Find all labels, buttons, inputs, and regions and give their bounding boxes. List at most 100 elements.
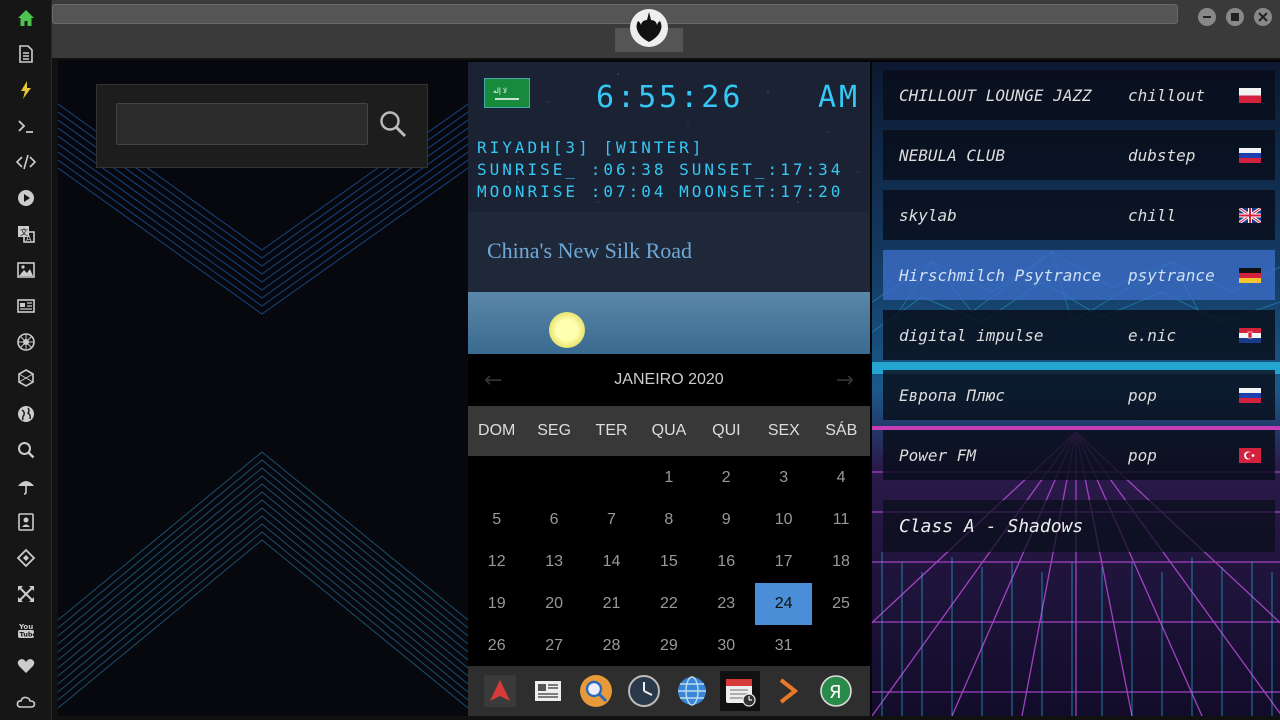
germany-flag xyxy=(1239,267,1261,283)
rebel-alliance-logo-icon xyxy=(629,8,669,48)
expand-icon[interactable] xyxy=(12,580,40,608)
svg-text:A: A xyxy=(26,234,32,243)
calendar-day[interactable]: 23 xyxy=(698,583,755,625)
calendar-day[interactable]: 31 xyxy=(755,625,812,667)
calendar-day[interactable]: 11 xyxy=(812,499,869,541)
sky-strip xyxy=(468,292,870,354)
poland-flag xyxy=(1239,87,1261,103)
browser-icon[interactable] xyxy=(672,671,712,711)
calendar-day[interactable]: 9 xyxy=(698,499,755,541)
station-row[interactable]: digital impulse e.nic xyxy=(883,310,1275,360)
play-icon[interactable] xyxy=(12,184,40,212)
translate-icon[interactable]: 文A xyxy=(12,220,40,248)
calendar-day[interactable]: 10 xyxy=(755,499,812,541)
heart-icon[interactable] xyxy=(12,652,40,680)
weekday-label: TER xyxy=(595,422,628,439)
calendar-day[interactable]: 17 xyxy=(755,541,812,583)
contacts-icon[interactable] xyxy=(12,508,40,536)
calendar-day[interactable]: 27 xyxy=(525,625,582,667)
calendar-day[interactable]: 15 xyxy=(640,541,697,583)
search-icon[interactable] xyxy=(12,436,40,464)
clock-app-icon[interactable] xyxy=(624,671,664,711)
document-icon[interactable] xyxy=(12,40,40,68)
newspaper-icon[interactable] xyxy=(528,671,568,711)
calendar-day[interactable]: 7 xyxy=(583,499,640,541)
calendar-day[interactable] xyxy=(525,457,582,499)
calendar-day[interactable]: 26 xyxy=(468,625,525,667)
calendar-day[interactable]: 28 xyxy=(583,625,640,667)
app-launcher-icon[interactable] xyxy=(480,671,520,711)
station-row[interactable]: CHILLOUT LOUNGE JAZZ chillout xyxy=(883,70,1275,120)
calendar-day[interactable]: 29 xyxy=(640,625,697,667)
calendar-day[interactable]: 8 xyxy=(640,499,697,541)
calendar-day[interactable]: 20 xyxy=(525,583,582,625)
svg-text:لا إله: لا إله xyxy=(493,87,507,95)
prev-month-arrow-icon[interactable]: ← xyxy=(484,368,502,393)
app-dock: Я xyxy=(468,666,870,716)
umbrella-icon[interactable] xyxy=(12,472,40,500)
weekday-label: QUA xyxy=(651,422,687,439)
calendar-day[interactable]: 19 xyxy=(468,583,525,625)
globe-icon[interactable] xyxy=(12,400,40,428)
calendar-month-label: JANEIRO 2020 xyxy=(614,371,724,388)
calendar-day[interactable] xyxy=(583,457,640,499)
calendar-day[interactable] xyxy=(812,625,869,667)
calendar-day[interactable]: 12 xyxy=(468,541,525,583)
search-input[interactable] xyxy=(116,103,368,145)
news-icon[interactable] xyxy=(12,292,40,320)
calendar-app-icon[interactable] xyxy=(720,671,760,711)
station-genre: pop xyxy=(1128,445,1157,465)
search-app-icon[interactable] xyxy=(576,671,616,711)
next-arrow-icon[interactable] xyxy=(768,671,808,711)
calendar-day[interactable]: 25 xyxy=(812,583,869,625)
calendar-day[interactable]: 2 xyxy=(698,457,755,499)
cloud-icon[interactable] xyxy=(12,688,40,716)
calendar-day[interactable]: 3 xyxy=(755,457,812,499)
sun-icon xyxy=(549,312,585,348)
calendar-day[interactable]: 4 xyxy=(812,457,869,499)
station-genre: psytrance xyxy=(1128,265,1215,285)
youtube-icon[interactable]: You Tube xyxy=(12,616,40,644)
hexagon-icon[interactable] xyxy=(12,364,40,392)
calendar-day[interactable]: 6 xyxy=(525,499,582,541)
clock-sun-times: SUNRISE_ :06:38 SUNSET_:17:34 xyxy=(477,160,844,179)
calendar-day[interactable]: 30 xyxy=(698,625,755,667)
clock-ampm: AM xyxy=(818,80,861,115)
calendar-day[interactable]: 18 xyxy=(812,541,869,583)
yandex-icon[interactable]: Я xyxy=(816,671,856,711)
calendar-day[interactable]: 22 xyxy=(640,583,697,625)
station-row-active[interactable]: Hirschmilch Psytrance psytrance xyxy=(883,250,1275,300)
station-row[interactable]: Power FM pop xyxy=(883,430,1275,480)
svg-text:Я: Я xyxy=(829,682,842,703)
image-icon[interactable] xyxy=(12,256,40,284)
lightning-icon[interactable] xyxy=(12,76,40,104)
minimize-button[interactable] xyxy=(1198,8,1216,26)
calendar-day[interactable]: 21 xyxy=(583,583,640,625)
calendar-day[interactable]: 13 xyxy=(525,541,582,583)
address-bar[interactable] xyxy=(52,4,1178,24)
station-row[interactable]: skylab chill xyxy=(883,190,1275,240)
now-playing-title: Class A - Shadows xyxy=(899,516,1084,537)
calendar-day[interactable]: 16 xyxy=(698,541,755,583)
maximize-button[interactable] xyxy=(1226,8,1244,26)
home-icon[interactable] xyxy=(12,4,40,32)
terminal-icon[interactable] xyxy=(12,112,40,140)
search-button[interactable] xyxy=(374,105,412,143)
calendar-day-selected[interactable]: 24 xyxy=(754,583,813,625)
news-headline[interactable]: China's New Silk Road xyxy=(487,238,692,264)
next-month-arrow-icon[interactable]: → xyxy=(836,368,854,393)
diamond-icon[interactable] xyxy=(12,544,40,572)
close-button[interactable] xyxy=(1254,8,1272,26)
calendar-day[interactable]: 5 xyxy=(468,499,525,541)
calendar-day[interactable] xyxy=(468,457,525,499)
station-genre: dubstep xyxy=(1128,145,1196,165)
station-row[interactable]: NEBULA CLUB dubstep xyxy=(883,130,1275,180)
calendar-day[interactable]: 1 xyxy=(640,457,697,499)
empire-icon[interactable] xyxy=(12,328,40,356)
clock-location: RIYADH[3] [WINTER] xyxy=(477,138,705,157)
calendar-day[interactable]: 14 xyxy=(583,541,640,583)
code-icon[interactable] xyxy=(12,148,40,176)
station-row[interactable]: Европа Плюс pop xyxy=(883,370,1275,420)
station-name: Hirschmilch Psytrance xyxy=(899,265,1102,285)
weekday-label: DOM xyxy=(478,422,516,439)
